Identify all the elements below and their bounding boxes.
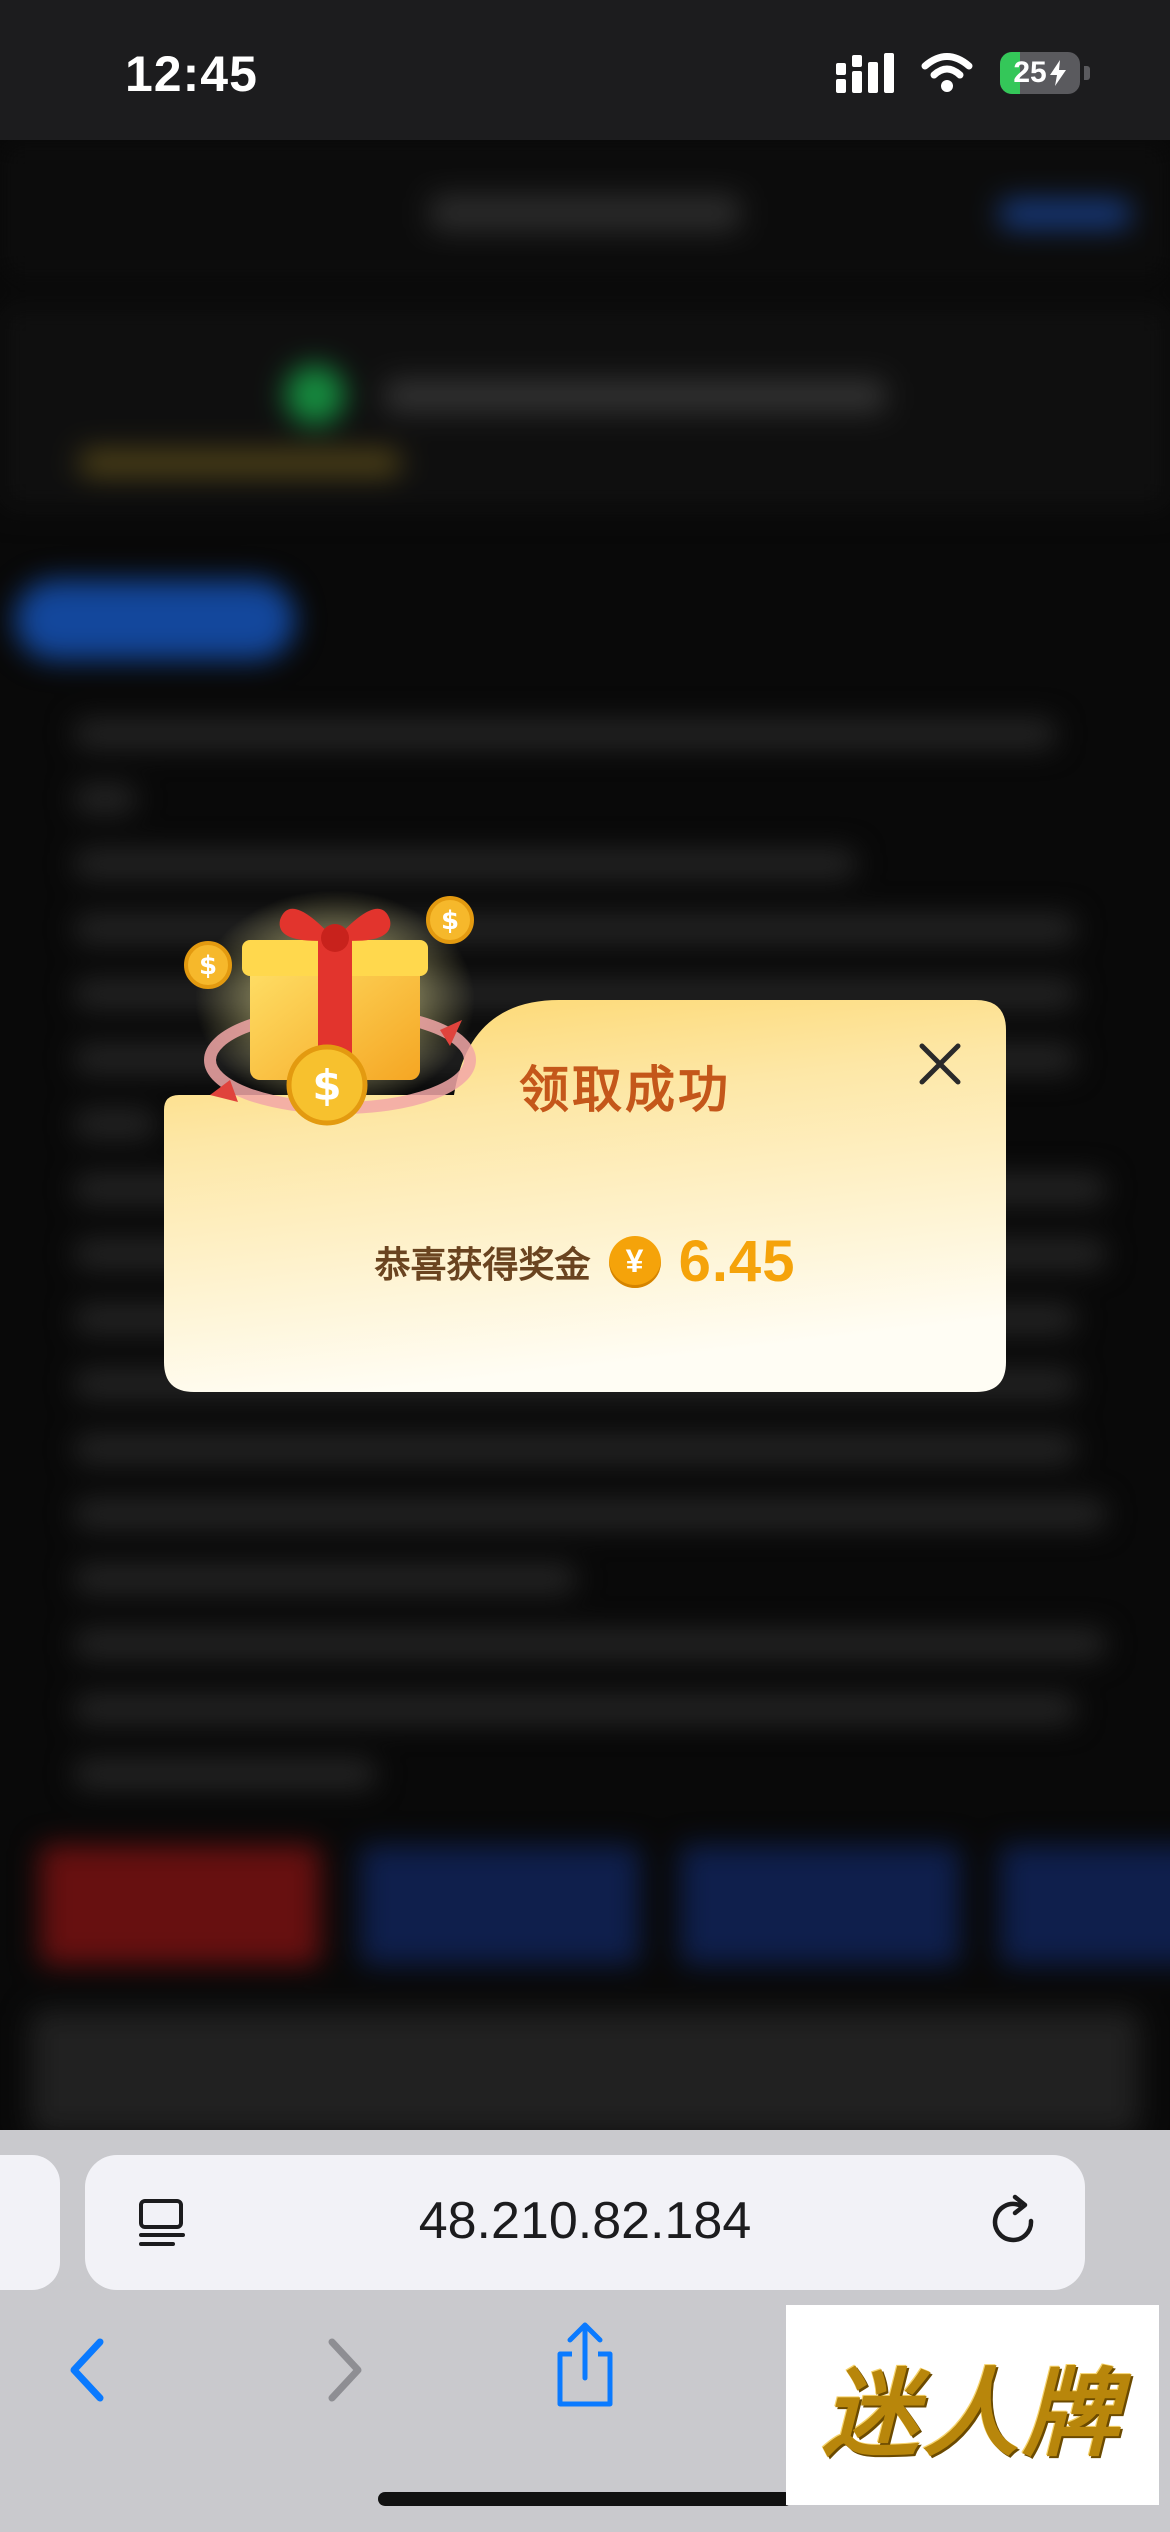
svg-text:$: $ — [441, 906, 459, 936]
status-bar: 12:45 25 — [0, 0, 1170, 140]
close-icon[interactable] — [914, 1038, 966, 1090]
battery-cap — [1084, 66, 1090, 80]
reward-row: 恭喜获得奖金 ¥ 6.45 — [164, 1228, 1006, 1295]
share-icon[interactable] — [550, 2320, 620, 2410]
svg-text:$: $ — [312, 1061, 341, 1110]
yuan-coin-icon: ¥ — [608, 1235, 661, 1288]
forward-icon[interactable] — [312, 2330, 372, 2410]
charging-bolt-icon — [1049, 60, 1066, 86]
reward-label: 恭喜获得奖金 — [374, 1243, 591, 1285]
reward-amount: 6.45 — [678, 1229, 796, 1294]
status-icons: 25 — [836, 52, 1090, 94]
url-text[interactable]: 48.210.82.184 — [85, 2191, 1085, 2251]
watermark-text: 迷人牌 — [822, 2356, 1123, 2470]
back-icon[interactable] — [60, 2330, 120, 2410]
modal-title: 领取成功 — [519, 1062, 731, 1118]
battery-charging-icon: 25 — [1000, 52, 1080, 94]
battery-level: 25 — [1013, 56, 1047, 89]
previous-tab-stub[interactable] — [0, 2155, 60, 2290]
home-indicator[interactable] — [378, 2492, 792, 2506]
url-bar[interactable]: 48.210.82.184 — [85, 2155, 1085, 2290]
gift-box-icon: $ $ $ — [184, 890, 476, 1126]
wifi-icon — [921, 53, 973, 92]
svg-text:$: $ — [199, 951, 217, 981]
reload-icon[interactable] — [985, 2193, 1045, 2253]
watermark-logo: 迷人牌 — [786, 2305, 1159, 2505]
cellular-signal-icon — [836, 53, 894, 93]
status-time: 12:45 — [125, 46, 258, 102]
